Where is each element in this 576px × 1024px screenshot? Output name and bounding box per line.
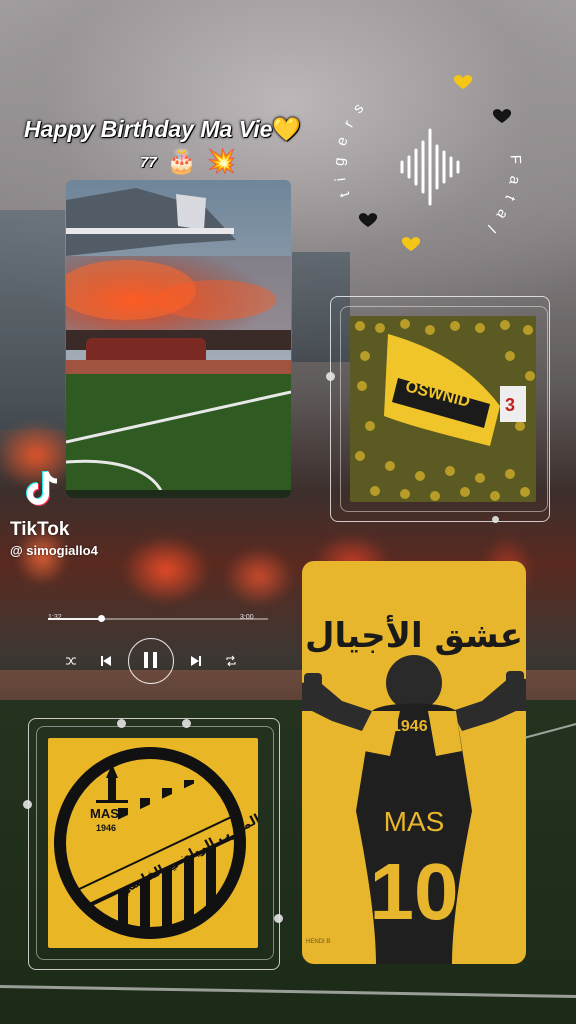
mas-crest: MAS 1946 المغرب الرياضي الفاسي bbox=[54, 747, 258, 939]
jersey-number: 10 bbox=[370, 847, 459, 936]
black-heart-icon bbox=[492, 109, 512, 123]
cake-icon: 🎂 bbox=[166, 148, 197, 175]
crest-year: 1946 bbox=[96, 823, 116, 833]
yellow-heart-icon bbox=[401, 237, 421, 251]
frame-dot bbox=[117, 719, 126, 728]
pause-icon bbox=[144, 652, 157, 668]
jersey-text: MAS bbox=[384, 806, 445, 837]
player-figure: 1946 MAS 10 bbox=[302, 655, 526, 964]
progress-knob[interactable] bbox=[97, 615, 105, 622]
flag-photo: OSWNID 3 bbox=[350, 316, 536, 502]
stadium-photo bbox=[66, 180, 291, 498]
tiktok-brand: TikTok bbox=[10, 519, 70, 540]
previous-icon[interactable] bbox=[100, 655, 112, 667]
player-poster-card: عشق الأجيال 1946 MAS 10 HENDI B bbox=[302, 561, 526, 964]
mas-logo-card: MAS 1946 المغرب الرياضي الفاسي bbox=[48, 738, 258, 948]
repeat-icon[interactable] bbox=[225, 655, 237, 667]
frame-dot bbox=[182, 719, 191, 728]
yellow-heart-icon bbox=[453, 75, 473, 89]
circle-word-tigers: tigers bbox=[331, 92, 375, 199]
background-smoke-panel bbox=[0, 210, 65, 430]
frame-dot bbox=[326, 372, 335, 381]
black-heart-icon bbox=[358, 213, 378, 227]
progress-bar[interactable] bbox=[48, 615, 268, 622]
age-label: 77 bbox=[140, 153, 157, 171]
shuffle-icon[interactable] bbox=[66, 656, 76, 666]
birthday-title: Happy Birthday Ma Vie💛 bbox=[24, 116, 302, 142]
tiktok-watermark: TikTok @ simogiallo4 bbox=[10, 468, 98, 558]
poster-credit: HENDI B bbox=[306, 939, 330, 945]
circular-text-badge: tigers Fatal bbox=[331, 75, 524, 251]
age-line: 77 🎂 💥 bbox=[140, 150, 236, 174]
circle-word-fatal: Fatal bbox=[476, 155, 524, 244]
frame-dot bbox=[23, 800, 32, 809]
frame-dot bbox=[274, 914, 283, 923]
play-pause-button[interactable] bbox=[128, 638, 174, 684]
soundwave-icon bbox=[400, 128, 460, 206]
tiktok-username[interactable]: @ simogiallo4 bbox=[10, 543, 98, 558]
progress-fill bbox=[48, 618, 101, 620]
crest-abbr: MAS bbox=[90, 806, 119, 821]
next-icon[interactable] bbox=[190, 655, 202, 667]
poster-arabic-text: عشق الأجيال bbox=[305, 614, 523, 656]
frame-dot bbox=[492, 516, 499, 523]
yellow-heart-icon: 💛 bbox=[272, 116, 302, 142]
tiktok-logo-icon bbox=[26, 471, 58, 506]
music-player: 1:32 3:00 bbox=[48, 612, 276, 684]
jersey-year: 1946 bbox=[392, 718, 428, 735]
explosion-icon: 💥 bbox=[206, 148, 237, 175]
banner-number: 3 bbox=[505, 395, 515, 415]
